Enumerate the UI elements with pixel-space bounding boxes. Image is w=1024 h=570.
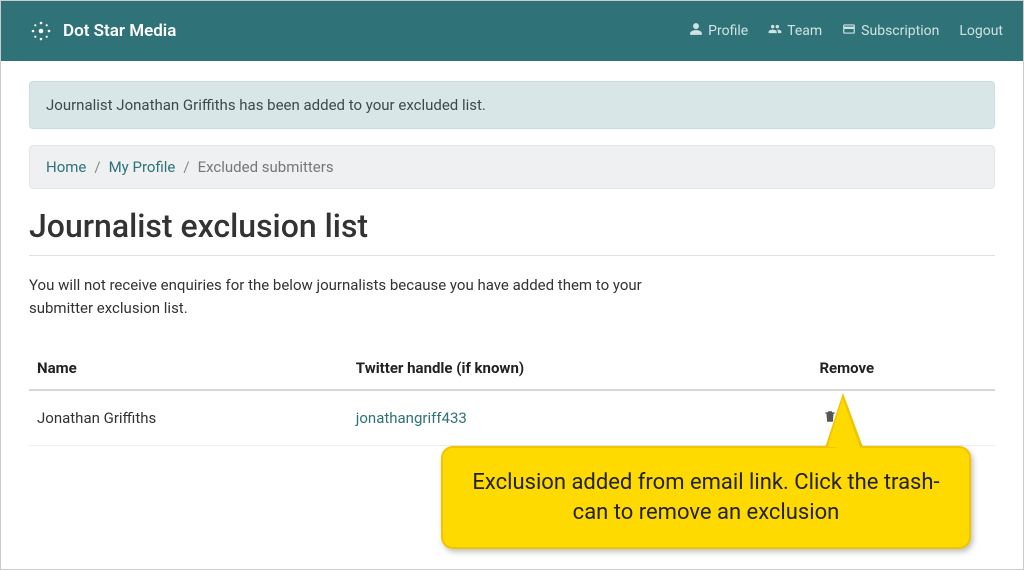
annotation-callout: Exclusion added from email link. Click t…: [441, 416, 971, 549]
nav-logout-label: Logout: [959, 23, 1003, 39]
team-icon: [768, 22, 782, 40]
breadcrumb-home[interactable]: Home: [46, 158, 86, 176]
nav-team[interactable]: Team: [768, 22, 822, 40]
navbar: Dot Star Media Profile Team Subscription…: [1, 1, 1023, 61]
brand-name: Dot Star Media: [63, 21, 176, 41]
breadcrumb-sep: /: [183, 158, 189, 176]
page-title: Journalist exclusion list: [29, 207, 995, 245]
nav-logout[interactable]: Logout: [959, 23, 1003, 39]
nav-subscription[interactable]: Subscription: [842, 22, 939, 40]
nav-profile-label: Profile: [708, 23, 748, 39]
breadcrumb: Home / My Profile / Excluded submitters: [29, 145, 995, 189]
nav-right: Profile Team Subscription Logout: [689, 22, 1003, 40]
breadcrumb-current: Excluded submitters: [198, 158, 334, 176]
nav-profile[interactable]: Profile: [689, 22, 748, 40]
col-remove-header: Remove: [811, 349, 995, 390]
breadcrumb-profile[interactable]: My Profile: [109, 158, 176, 176]
brand[interactable]: Dot Star Media: [29, 19, 176, 43]
success-alert: Journalist Jonathan Griffiths has been a…: [29, 81, 995, 129]
alert-message: Journalist Jonathan Griffiths has been a…: [46, 96, 486, 114]
table-header-row: Name Twitter handle (if known) Remove: [29, 349, 995, 390]
user-icon: [689, 22, 703, 40]
col-handle-header: Twitter handle (if known): [348, 349, 812, 390]
page-intro: You will not receive enquiries for the b…: [29, 274, 669, 319]
cell-name: Jonathan Griffiths: [29, 390, 348, 446]
title-divider: [29, 255, 995, 256]
callout-box: Exclusion added from email link. Click t…: [441, 446, 971, 549]
breadcrumb-sep: /: [94, 158, 100, 176]
main-container: Journalist Jonathan Griffiths has been a…: [1, 61, 1023, 446]
card-icon: [842, 22, 856, 40]
callout-text: Exclusion added from email link. Click t…: [472, 470, 939, 525]
col-name-header: Name: [29, 349, 348, 390]
nav-subscription-label: Subscription: [861, 23, 939, 39]
callout-arrow: [828, 397, 869, 451]
nav-team-label: Team: [787, 23, 822, 39]
brand-logo-icon: [29, 19, 53, 43]
